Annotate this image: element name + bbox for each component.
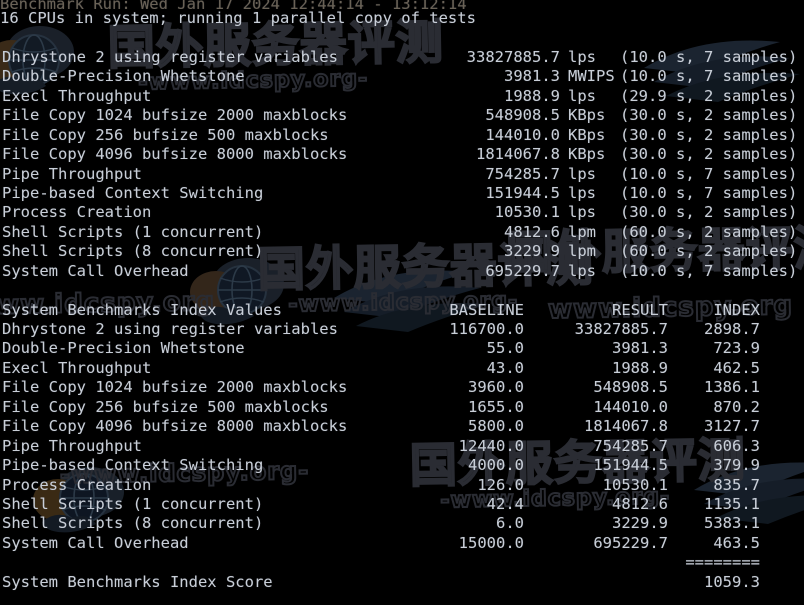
benchmark-unit: lps — [568, 261, 596, 280]
index-index: 5383.1 — [704, 514, 760, 533]
index-table-header-row: System Benchmarks Index Values BASELINE … — [0, 301, 804, 320]
benchmark-timing: (29.9 s, 2 samples) — [620, 86, 798, 105]
benchmark-timing: (60.0 s, 2 samples) — [620, 242, 798, 261]
index-index: 723.9 — [713, 339, 760, 358]
benchmark-result-row: Shell Scripts (8 concurrent) 3229.9 lpm (60… — [0, 242, 804, 261]
benchmark-result-row: File Copy 256 bufsize 500 maxblocks 14401… — [0, 126, 804, 145]
terminal-window: 国外服务器评测 -www.idcspy.org- 国外服务器评测 国外服务器评测… — [0, 0, 804, 605]
benchmark-unit: lpm — [568, 222, 596, 241]
benchmark-result-row: System Call Overhead 695229.7 lps (10.0 s, … — [0, 262, 804, 281]
benchmark-timing: (10.0 s, 7 samples) — [620, 261, 798, 280]
benchmark-unit: lps — [568, 47, 596, 66]
benchmark-result-row: Pipe-based Context Switching 151944.5 lps(… — [0, 184, 804, 203]
benchmark-result-row: Execl Throughput 1988.9 lps (29.9 s, 2 samp… — [0, 87, 804, 106]
benchmark-timing: (30.0 s, 2 samples) — [620, 125, 798, 144]
index-index: 835.7 — [713, 475, 760, 494]
benchmark-value: 695229.7 — [485, 261, 560, 280]
benchmark-unit: KBps — [568, 106, 606, 125]
index-values-block: Dhrystone 2 using register variables 1167… — [0, 320, 804, 553]
benchmark-value: 1814067.8 — [476, 145, 560, 164]
benchmark-value: 144010.0 — [485, 125, 560, 144]
index-value-row: Shell Scripts (1 concurrent) 42.4 4812.6 11… — [0, 495, 804, 514]
benchmark-value: 151944.5 — [485, 183, 560, 202]
benchmark-unit: lps — [568, 164, 596, 183]
benchmark-timing: (10.0 s, 7 samples) — [620, 67, 798, 86]
benchmark-value: 1988.9 — [504, 86, 560, 105]
index-index: 606.3 — [713, 436, 760, 455]
benchmark-result-row: Shell Scripts (1 concurrent) 4812.6 lpm (60… — [0, 223, 804, 242]
benchmark-value: 33827885.7 — [466, 47, 560, 66]
benchmark-result-row: Dhrystone 2 using register variables 3382… — [0, 48, 804, 67]
benchmark-timing: (30.0 s, 2 samples) — [620, 203, 798, 222]
benchmark-result-row: File Copy 1024 bufsize 2000 maxblocks 548… — [0, 106, 804, 125]
benchmark-value: 10530.1 — [494, 203, 560, 222]
header-index: INDEX — [713, 300, 760, 319]
index-value-row: Process Creation 126.0 10530.1 835.7 — [0, 476, 804, 495]
index-value-row: File Copy 4096 bufsize 8000 maxblocks 580… — [0, 417, 804, 436]
benchmark-unit: KBps — [568, 125, 606, 144]
index-index: 1135.1 — [704, 494, 760, 513]
benchmark-timing: (10.0 s, 7 samples) — [620, 164, 798, 183]
index-index: 870.2 — [713, 397, 760, 416]
index-score-row: System Benchmarks Index Score 1059.3 — [0, 573, 804, 592]
index-index: 463.5 — [713, 533, 760, 552]
benchmark-value: 754285.7 — [485, 164, 560, 183]
benchmark-unit: lps — [568, 86, 596, 105]
index-value-row: Shell Scripts (8 concurrent) 6.0 3229.9 538… — [0, 514, 804, 533]
benchmark-result-row: File Copy 4096 bufsize 8000 maxblocks 181… — [0, 145, 804, 164]
benchmark-results-block: Dhrystone 2 using register variables 3382… — [0, 48, 804, 281]
truncated-header-line: Benchmark Run: Wed Jan 17 2024 12:44:14 … — [0, 0, 467, 9]
benchmark-value: 4812.6 — [504, 222, 560, 241]
index-value-row: Dhrystone 2 using register variables 1167… — [0, 320, 804, 339]
benchmark-result-row: Pipe Throughput 754285.7 lps (10.0 s, 7 sam… — [0, 165, 804, 184]
benchmark-value: 548908.5 — [485, 106, 560, 125]
score-separator-row: ======== — [0, 553, 804, 572]
index-index: 3127.7 — [704, 417, 760, 436]
benchmark-unit: lps — [568, 183, 596, 202]
benchmark-value: 3981.3 — [504, 67, 560, 86]
cpu-info-line: 16 CPUs in system; running 1 parallel co… — [0, 9, 476, 27]
benchmark-result-row: Double-Precision Whetstone 3981.3 MWIPS (10… — [0, 67, 804, 86]
benchmark-unit: lpm — [568, 242, 596, 261]
benchmark-timing: (60.0 s, 2 samples) — [620, 222, 798, 241]
index-index: 2898.7 — [704, 320, 760, 338]
index-value-row: File Copy 1024 bufsize 2000 maxblocks 396… — [0, 378, 804, 397]
index-score-value: 1059.3 — [704, 572, 760, 591]
index-index: 379.9 — [713, 456, 760, 475]
benchmark-value: 3229.9 — [504, 242, 560, 261]
benchmark-unit: MWIPS — [568, 67, 615, 86]
index-value-row: File Copy 256 bufsize 500 maxblocks 1655.… — [0, 398, 804, 417]
index-index: 462.5 — [713, 358, 760, 377]
benchmark-timing: (10.0 s, 7 samples) — [620, 183, 798, 202]
index-value-row: Pipe-based Context Switching 4000.0 151944… — [0, 456, 804, 475]
benchmark-unit: KBps — [568, 145, 606, 164]
index-value-row: Pipe Throughput 12440.0 754285.7 606.3 — [0, 437, 804, 456]
benchmark-unit: lps — [568, 203, 596, 222]
index-value-row: Execl Throughput 43.0 1988.9 462.5 — [0, 359, 804, 378]
benchmark-timing: (30.0 s, 2 samples) — [620, 145, 798, 164]
index-value-row: System Call Overhead 15000.0 695229.7 463.5 — [0, 534, 804, 553]
benchmark-timing: (30.0 s, 2 samples) — [620, 106, 798, 125]
benchmark-timing: (10.0 s, 7 samples) — [620, 47, 798, 66]
score-separator: ======== — [685, 553, 760, 572]
index-index: 1386.1 — [704, 378, 760, 397]
index-value-row: Double-Precision Whetstone 55.0 3981.3 723.… — [0, 339, 804, 358]
benchmark-result-row: Process Creation 10530.1 lps (30.0 s, 2 sam… — [0, 203, 804, 222]
terminal-text-layer: Benchmark Run: Wed Jan 17 2024 12:44:14 … — [0, 0, 804, 605]
